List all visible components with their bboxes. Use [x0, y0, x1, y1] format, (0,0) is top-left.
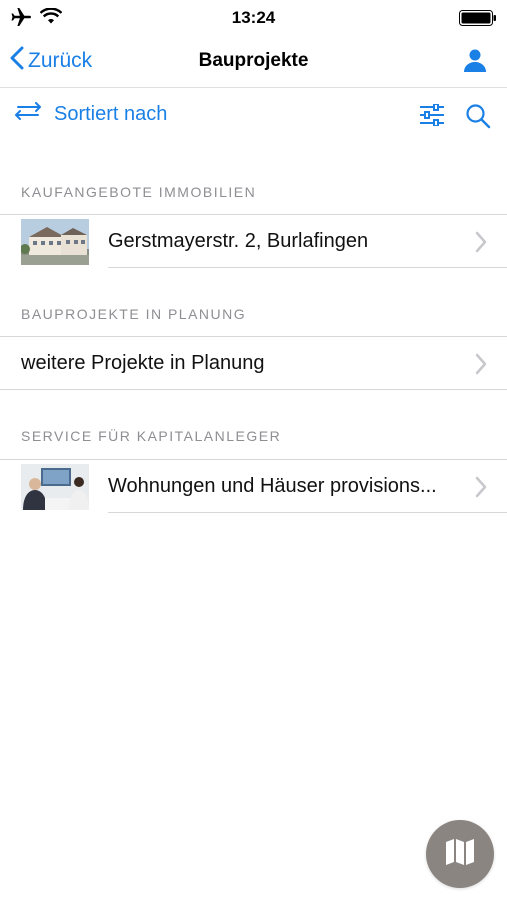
user-icon[interactable]: [463, 48, 487, 77]
row-divider: [0, 389, 507, 390]
list-item-label: Gerstmayerstr. 2, Burlafingen: [108, 230, 369, 252]
filter-sliders-icon[interactable]: [419, 103, 445, 131]
chevron-right-icon: [475, 476, 487, 503]
section-kapitalanleger: Wohnungen und Häuser provisions...: [0, 459, 507, 513]
status-time: 13:24: [231, 8, 276, 27]
sort-arrows-icon: [14, 102, 54, 126]
list-item[interactable]: Wohnungen und Häuser provisions...: [0, 460, 507, 513]
map-button[interactable]: [426, 820, 494, 888]
list-item-label: weitere Projekte in Planung: [21, 352, 265, 374]
section-header-kapitalanleger: SERVICE FÜR KAPITALANLEGER: [21, 428, 282, 444]
section-header-kaufangebote: KAUFANGEBOTE IMMOBILIEN: [21, 184, 257, 200]
meeting-thumbnail: [21, 463, 89, 510]
chevron-right-icon: [475, 353, 487, 380]
section-header-planung: BAUPROJEKTE IN PLANUNG: [21, 306, 247, 322]
list-item-label: Wohnungen und Häuser provisions...: [108, 475, 437, 497]
building-thumbnail: [21, 218, 89, 265]
search-icon[interactable]: [465, 103, 491, 134]
row-divider: [108, 512, 507, 513]
chevron-right-icon: [475, 231, 487, 258]
sort-label: Sortiert nach: [54, 102, 168, 125]
map-icon: [445, 838, 475, 871]
toolbar: Sortiert nach: [0, 88, 507, 144]
status-bar: 13:24: [0, 0, 507, 34]
battery-icon: [459, 10, 497, 26]
navigation-bar: Zurück Bauprojekte: [0, 34, 507, 88]
list-item[interactable]: weitere Projekte in Planung: [0, 337, 507, 390]
sort-button[interactable]: Sortiert nach: [14, 102, 167, 126]
section-planung: weitere Projekte in Planung: [0, 336, 507, 390]
row-divider: [108, 267, 507, 268]
list-item[interactable]: Gerstmayerstr. 2, Burlafingen: [0, 215, 507, 268]
section-kaufangebote: Gerstmayerstr. 2, Burlafingen: [0, 214, 507, 268]
page-title: Bauprojekte: [198, 50, 309, 71]
